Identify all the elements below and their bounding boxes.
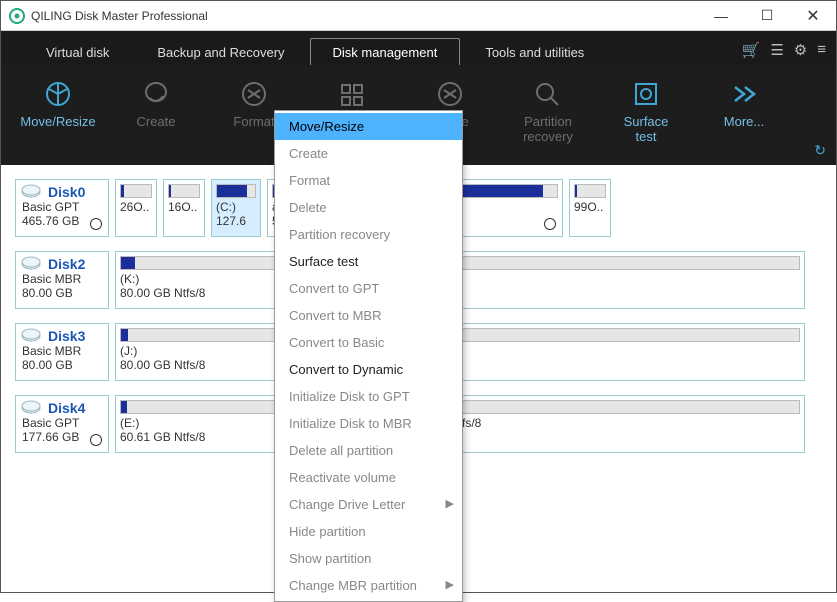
app-logo-icon: [9, 8, 25, 24]
menu-convert-to-basic: Convert to Basic: [275, 329, 462, 356]
title-bar: QILING Disk Master Professional — ☐ ✕: [1, 1, 836, 31]
context-menu: Move/ResizeCreateFormatDeletePartition r…: [274, 110, 463, 602]
menu-delete-all-partition: Delete all partition: [275, 437, 462, 464]
menu-icon[interactable]: ≡: [817, 41, 826, 59]
toolbar-move-resize[interactable]: Move/Resize: [11, 73, 105, 165]
partition[interactable]: 26O..: [115, 179, 157, 237]
menu-initialize-disk-to-gpt: Initialize Disk to GPT: [275, 383, 462, 410]
partition[interactable]: (C:)127.6: [211, 179, 261, 237]
menu-partition-recovery: Partition recovery: [275, 221, 462, 248]
list-icon[interactable]: ☰: [770, 41, 783, 59]
tab-virtual-disk[interactable]: Virtual disk: [23, 38, 132, 66]
minimize-button[interactable]: —: [698, 1, 744, 31]
menu-convert-to-dynamic[interactable]: Convert to Dynamic: [275, 356, 462, 383]
menu-create: Create: [275, 140, 462, 167]
disk-info[interactable]: Disk4Basic GPT177.66 GB: [15, 395, 109, 453]
menu-convert-to-mbr: Convert to MBR: [275, 302, 462, 329]
menu-hide-partition: Hide partition: [275, 518, 462, 545]
menu-convert-to-gpt: Convert to GPT: [275, 275, 462, 302]
partition[interactable]: 16O..: [163, 179, 205, 237]
disk-info[interactable]: Disk2Basic MBR80.00 GB: [15, 251, 109, 309]
window-title: QILING Disk Master Professional: [31, 9, 698, 23]
menu-format: Format: [275, 167, 462, 194]
menu-change-drive-letter: Change Drive Letter▶: [275, 491, 462, 518]
toolbar-more-[interactable]: More...: [697, 73, 791, 165]
tab-disk-management[interactable]: Disk management: [310, 38, 461, 66]
menu-surface-test[interactable]: Surface test: [275, 248, 462, 275]
refresh-icon[interactable]: ↻: [814, 142, 826, 159]
partition[interactable]: 99O..: [569, 179, 611, 237]
menu-show-partition: Show partition: [275, 545, 462, 572]
menu-delete: Delete: [275, 194, 462, 221]
tab-tools-utilities[interactable]: Tools and utilities: [462, 38, 607, 66]
toolbar-partition-recovery: Partitionrecovery: [501, 73, 595, 165]
close-button[interactable]: ✕: [790, 1, 836, 31]
partition[interactable]: fs/8: [457, 395, 805, 453]
menu-move-resize[interactable]: Move/Resize: [275, 113, 462, 140]
toolbar-create: Create: [109, 73, 203, 165]
maximize-button[interactable]: ☐: [744, 1, 790, 31]
menu-reactivate-volume: Reactivate volume: [275, 464, 462, 491]
menu-change-mbr-partition: Change MBR partition▶: [275, 572, 462, 599]
toolbar-surface-test[interactable]: Surfacetest: [599, 73, 693, 165]
tab-backup-recovery[interactable]: Backup and Recovery: [134, 38, 307, 66]
settings-icon[interactable]: ⚙: [794, 41, 807, 59]
disk-info[interactable]: Disk3Basic MBR80.00 GB: [15, 323, 109, 381]
menu-initialize-disk-to-mbr: Initialize Disk to MBR: [275, 410, 462, 437]
tab-strip: Virtual disk Backup and Recovery Disk ma…: [1, 31, 836, 65]
cart-icon[interactable]: 🛒: [742, 41, 761, 59]
disk-info[interactable]: Disk0Basic GPT465.76 GB: [15, 179, 109, 237]
